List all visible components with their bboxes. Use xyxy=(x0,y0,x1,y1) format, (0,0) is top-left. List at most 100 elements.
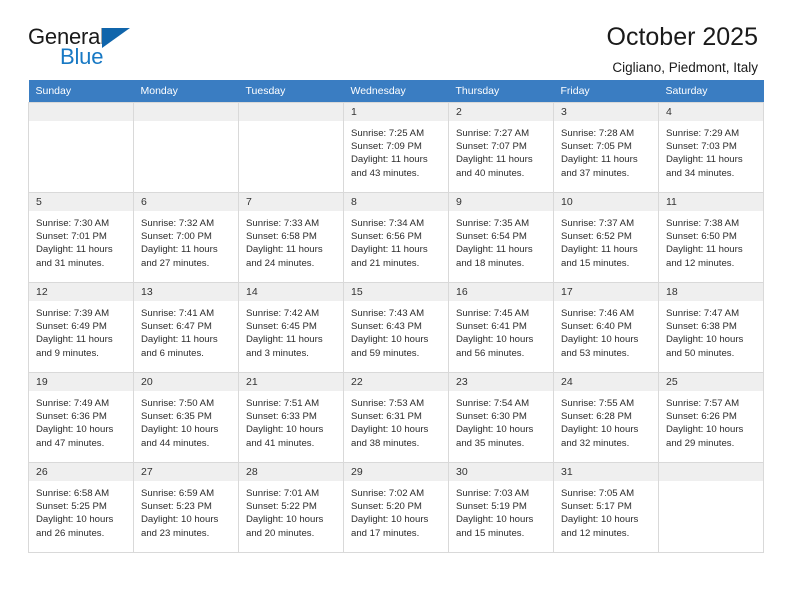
calendar-day-cell[interactable]: 14 Sunrise: 7:42 AM Sunset: 6:45 PM Dayligh… xyxy=(238,282,344,373)
daylight-text: Daylight: 11 hours and 18 minutes. xyxy=(456,244,533,269)
daylight-text: Daylight: 10 hours and 50 minutes. xyxy=(666,334,744,359)
calendar-week-row: 26 Sunrise: 6:58 AM Sunset: 5:25 PM Dayligh… xyxy=(28,462,764,553)
day-details: Sunrise: 7:29 AM Sunset: 7:03 PM Daylight:… xyxy=(659,121,763,180)
weekday-header-wednesday: Wednesday xyxy=(343,80,449,103)
day-details: Sunrise: 7:05 AM Sunset: 5:17 PM Daylight:… xyxy=(554,481,658,540)
weekday-header-thursday: Thursday xyxy=(448,80,554,103)
day-number: 9 xyxy=(449,193,553,211)
day-cell-inner: 5 Sunrise: 7:30 AM Sunset: 7:01 PM Daylight… xyxy=(29,193,133,282)
calendar-day-cell[interactable]: 20 Sunrise: 7:50 AM Sunset: 6:35 PM Dayligh… xyxy=(133,372,239,463)
calendar-day-cell[interactable]: 29 Sunrise: 7:02 AM Sunset: 5:20 PM Dayligh… xyxy=(343,462,449,553)
sunset-text: Sunset: 6:49 PM xyxy=(36,321,107,333)
day-details: Sunrise: 7:34 AM Sunset: 6:56 PM Daylight:… xyxy=(344,211,448,270)
day-number: 15 xyxy=(344,283,448,301)
sunrise-text: Sunrise: 7:43 AM xyxy=(351,308,425,319)
day-details: Sunrise: 7:38 AM Sunset: 6:50 PM Daylight:… xyxy=(659,211,763,270)
sunset-text: Sunset: 7:00 PM xyxy=(141,231,212,243)
calendar-day-cell[interactable]: 27 Sunrise: 6:59 AM Sunset: 5:23 PM Dayligh… xyxy=(133,462,239,553)
day-details: Sunrise: 7:51 AM Sunset: 6:33 PM Daylight:… xyxy=(239,391,343,450)
calendar-day-cell[interactable]: 26 Sunrise: 6:58 AM Sunset: 5:25 PM Dayligh… xyxy=(28,462,134,553)
sunset-text: Sunset: 6:38 PM xyxy=(666,321,737,333)
calendar-day-cell[interactable]: 3 Sunrise: 7:28 AM Sunset: 7:05 PM Daylight… xyxy=(553,102,659,193)
day-details: Sunrise: 7:47 AM Sunset: 6:38 PM Daylight:… xyxy=(659,301,763,360)
calendar-cell-empty xyxy=(658,462,764,553)
daylight-text: Daylight: 10 hours and 32 minutes. xyxy=(561,424,639,449)
day-cell-inner: 1 Sunrise: 7:25 AM Sunset: 7:09 PM Daylight… xyxy=(344,103,448,192)
generalblue-logo[interactable]: General Blue xyxy=(28,24,148,72)
sunrise-text: Sunrise: 7:49 AM xyxy=(36,398,110,409)
day-cell-inner xyxy=(659,463,763,552)
sunset-text: Sunset: 6:52 PM xyxy=(561,231,632,243)
day-cell-inner: 31 Sunrise: 7:05 AM Sunset: 5:17 PM Dayligh… xyxy=(554,463,658,552)
calendar-day-cell[interactable]: 28 Sunrise: 7:01 AM Sunset: 5:22 PM Dayligh… xyxy=(238,462,344,553)
calendar-day-cell[interactable]: 22 Sunrise: 7:53 AM Sunset: 6:31 PM Dayligh… xyxy=(343,372,449,463)
daylight-text: Daylight: 11 hours and 43 minutes. xyxy=(351,154,428,179)
day-cell-inner: 3 Sunrise: 7:28 AM Sunset: 7:05 PM Daylight… xyxy=(554,103,658,192)
day-details: Sunrise: 7:46 AM Sunset: 6:40 PM Daylight:… xyxy=(554,301,658,360)
calendar-day-cell[interactable]: 10 Sunrise: 7:37 AM Sunset: 6:52 PM Dayligh… xyxy=(553,192,659,283)
calendar-day-cell[interactable]: 7 Sunrise: 7:33 AM Sunset: 6:58 PM Daylight… xyxy=(238,192,344,283)
calendar-day-cell[interactable]: 15 Sunrise: 7:43 AM Sunset: 6:43 PM Dayligh… xyxy=(343,282,449,373)
day-cell-inner: 14 Sunrise: 7:42 AM Sunset: 6:45 PM Dayligh… xyxy=(239,283,343,372)
calendar-cell-empty xyxy=(28,102,134,193)
calendar-day-cell[interactable]: 13 Sunrise: 7:41 AM Sunset: 6:47 PM Dayligh… xyxy=(133,282,239,373)
sunset-text: Sunset: 6:45 PM xyxy=(246,321,317,333)
day-cell-inner: 15 Sunrise: 7:43 AM Sunset: 6:43 PM Dayligh… xyxy=(344,283,448,372)
page-subtitle: Cigliano, Piedmont, Italy xyxy=(612,59,758,75)
calendar-day-cell[interactable]: 1 Sunrise: 7:25 AM Sunset: 7:09 PM Daylight… xyxy=(343,102,449,193)
day-details: Sunrise: 7:53 AM Sunset: 6:31 PM Daylight:… xyxy=(344,391,448,450)
page-header: General Blue October 2025 Cigliano, Pied… xyxy=(28,0,764,75)
calendar-day-cell[interactable]: 9 Sunrise: 7:35 AM Sunset: 6:54 PM Daylight… xyxy=(448,192,554,283)
day-cell-inner: 24 Sunrise: 7:55 AM Sunset: 6:28 PM Dayligh… xyxy=(554,373,658,462)
day-details: Sunrise: 7:50 AM Sunset: 6:35 PM Daylight:… xyxy=(134,391,238,450)
calendar-day-cell[interactable]: 24 Sunrise: 7:55 AM Sunset: 6:28 PM Dayligh… xyxy=(553,372,659,463)
daylight-text: Daylight: 10 hours and 17 minutes. xyxy=(351,514,429,539)
calendar-day-cell[interactable]: 17 Sunrise: 7:46 AM Sunset: 6:40 PM Dayligh… xyxy=(553,282,659,373)
calendar-day-cell[interactable]: 8 Sunrise: 7:34 AM Sunset: 6:56 PM Daylight… xyxy=(343,192,449,283)
logo-triangle-icon xyxy=(102,28,130,48)
daylight-text: Daylight: 10 hours and 12 minutes. xyxy=(561,514,639,539)
calendar-day-cell[interactable]: 21 Sunrise: 7:51 AM Sunset: 6:33 PM Dayligh… xyxy=(238,372,344,463)
day-number: 11 xyxy=(659,193,763,211)
calendar-day-cell[interactable]: 19 Sunrise: 7:49 AM Sunset: 6:36 PM Dayligh… xyxy=(28,372,134,463)
day-cell-inner: 27 Sunrise: 6:59 AM Sunset: 5:23 PM Dayligh… xyxy=(134,463,238,552)
sunset-text: Sunset: 5:17 PM xyxy=(561,501,632,513)
calendar-day-cell[interactable]: 18 Sunrise: 7:47 AM Sunset: 6:38 PM Dayligh… xyxy=(658,282,764,373)
calendar-day-cell[interactable]: 23 Sunrise: 7:54 AM Sunset: 6:30 PM Dayligh… xyxy=(448,372,554,463)
sunrise-text: Sunrise: 7:41 AM xyxy=(141,308,215,319)
sunrise-text: Sunrise: 7:28 AM xyxy=(561,128,635,139)
day-number xyxy=(239,103,343,121)
sunrise-text: Sunrise: 6:58 AM xyxy=(36,488,110,499)
sunrise-text: Sunrise: 7:25 AM xyxy=(351,128,425,139)
day-details: Sunrise: 7:30 AM Sunset: 7:01 PM Daylight:… xyxy=(29,211,133,270)
calendar-week-row: 12 Sunrise: 7:39 AM Sunset: 6:49 PM Dayligh… xyxy=(28,282,764,373)
sunrise-text: Sunrise: 7:39 AM xyxy=(36,308,110,319)
calendar-day-cell[interactable]: 6 Sunrise: 7:32 AM Sunset: 7:00 PM Daylight… xyxy=(133,192,239,283)
day-cell-inner: 18 Sunrise: 7:47 AM Sunset: 6:38 PM Dayligh… xyxy=(659,283,763,372)
calendar-day-cell[interactable]: 4 Sunrise: 7:29 AM Sunset: 7:03 PM Daylight… xyxy=(658,102,764,193)
day-number: 1 xyxy=(344,103,448,121)
day-details: Sunrise: 7:01 AM Sunset: 5:22 PM Daylight:… xyxy=(239,481,343,540)
day-details: Sunrise: 7:54 AM Sunset: 6:30 PM Daylight:… xyxy=(449,391,553,450)
sunrise-text: Sunrise: 7:54 AM xyxy=(456,398,530,409)
sunrise-text: Sunrise: 7:45 AM xyxy=(456,308,530,319)
calendar-day-cell[interactable]: 11 Sunrise: 7:38 AM Sunset: 6:50 PM Dayligh… xyxy=(658,192,764,283)
calendar-day-cell[interactable]: 30 Sunrise: 7:03 AM Sunset: 5:19 PM Dayligh… xyxy=(448,462,554,553)
weekday-header-sunday: Sunday xyxy=(28,80,134,103)
day-details: Sunrise: 7:28 AM Sunset: 7:05 PM Daylight:… xyxy=(554,121,658,180)
day-number: 16 xyxy=(449,283,553,301)
sunrise-text: Sunrise: 7:29 AM xyxy=(666,128,740,139)
sunset-text: Sunset: 6:26 PM xyxy=(666,411,737,423)
day-number: 30 xyxy=(449,463,553,481)
sunrise-text: Sunrise: 7:47 AM xyxy=(666,308,740,319)
calendar-day-cell[interactable]: 12 Sunrise: 7:39 AM Sunset: 6:49 PM Dayligh… xyxy=(28,282,134,373)
calendar-day-cell[interactable]: 31 Sunrise: 7:05 AM Sunset: 5:17 PM Dayligh… xyxy=(553,462,659,553)
calendar-day-cell[interactable]: 5 Sunrise: 7:30 AM Sunset: 7:01 PM Daylight… xyxy=(28,192,134,283)
calendar-day-cell[interactable]: 2 Sunrise: 7:27 AM Sunset: 7:07 PM Daylight… xyxy=(448,102,554,193)
calendar-day-cell[interactable]: 25 Sunrise: 7:57 AM Sunset: 6:26 PM Dayligh… xyxy=(658,372,764,463)
daylight-text: Daylight: 11 hours and 24 minutes. xyxy=(246,244,323,269)
calendar-day-cell[interactable]: 16 Sunrise: 7:45 AM Sunset: 6:41 PM Dayligh… xyxy=(448,282,554,373)
sunset-text: Sunset: 6:28 PM xyxy=(561,411,632,423)
day-number: 31 xyxy=(554,463,658,481)
sunset-text: Sunset: 5:19 PM xyxy=(456,501,527,513)
